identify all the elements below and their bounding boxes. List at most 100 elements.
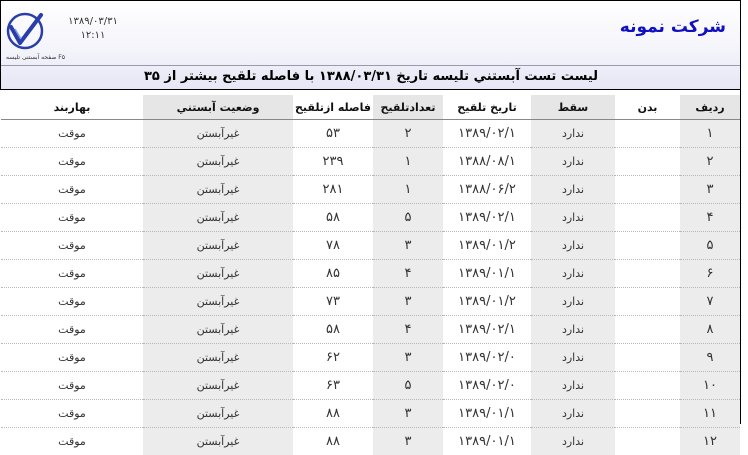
cell-row: ۷ — [680, 287, 740, 315]
page-border-right — [740, 0, 741, 424]
cell-count: ۳ — [373, 399, 443, 427]
cell-pen: موقت — [1, 371, 143, 399]
cell-date: ۱۳۸۹/۰۲/۱ — [443, 203, 531, 231]
report-datetime: ۱۳۸۹/۰۳/۳۱ ۱۲:۱۱ — [63, 15, 123, 43]
cell-state: غیرآبستن — [143, 231, 293, 259]
cell-interval: ۲۸۱ — [293, 175, 373, 203]
cell-state: غیرآبستن — [143, 203, 293, 231]
table-row: موقت غیرآبستن ۶۲ ۳ ۱۳۸۹/۰۲/۰ ندارد ۹ — [1, 343, 740, 371]
cell-pen: موقت — [1, 427, 143, 455]
cell-interval: ۸۸ — [293, 427, 373, 455]
cell-row: ۲ — [680, 147, 740, 175]
table-row: موقت غیرآبستن ۷۸ ۳ ۱۳۸۹/۰۱/۲ ندارد ۵ — [1, 231, 740, 259]
cell-pen: موقت — [1, 287, 143, 315]
table-row: موقت غیرآبستن ۵۸ ۵ ۱۳۸۹/۰۲/۱ ندارد ۴ — [1, 203, 740, 231]
cell-interval: ۸۵ — [293, 259, 373, 287]
cell-interval: ۷۳ — [293, 287, 373, 315]
cell-state: غیرآبستن — [143, 175, 293, 203]
cell-interval: ۷۸ — [293, 231, 373, 259]
cell-date: ۱۳۸۸/۰۸/۱ — [443, 147, 531, 175]
report-subtitle: لیست تست آبستني تلیسه تاریخ ۱۳۸۸/۰۳/۳۱ ب… — [143, 69, 599, 84]
cell-body — [615, 147, 680, 175]
cell-abortion: ندارد — [531, 287, 615, 315]
cell-pen: موقت — [1, 175, 143, 203]
cell-date: ۱۳۸۹/۰۲/۱ — [443, 315, 531, 343]
col-header-body: بدن — [637, 100, 658, 114]
report-header: ۱۳۸۹/۰۳/۳۱ ۱۲:۱۱ ﺻﻔﺤﻪ آﺑﺴﺘﻨﯽ ﺗﻠﯿﺴﻪ F۵ شر… — [0, 0, 741, 90]
cell-count: ۵ — [373, 371, 443, 399]
cell-state: غیرآبستن — [143, 427, 293, 455]
cell-pen: موقت — [1, 147, 143, 175]
cell-pen: موقت — [1, 259, 143, 287]
cell-interval: ۵۸ — [293, 203, 373, 231]
report-date: ۱۳۸۹/۰۳/۳۱ — [68, 16, 118, 27]
cell-abortion: ندارد — [531, 427, 615, 455]
cell-date: ۱۳۸۹/۰۲/۱ — [443, 119, 531, 147]
table-row: موقت غیرآبستن ۶۳ ۵ ۱۳۸۹/۰۲/۰ ندارد ۱۰ — [1, 371, 740, 399]
cell-body — [615, 231, 680, 259]
cell-pen: موقت — [1, 399, 143, 427]
cell-row: ۳ — [680, 175, 740, 203]
cell-body — [615, 203, 680, 231]
company-logo-icon — [6, 12, 44, 50]
cell-state: غیرآبستن — [143, 371, 293, 399]
cell-row: ۸ — [680, 315, 740, 343]
cell-abortion: ندارد — [531, 399, 615, 427]
col-header-date: تاریخ تلقیح — [457, 100, 517, 114]
cell-abortion: ندارد — [531, 315, 615, 343]
col-header-abortion: سقط — [531, 95, 615, 119]
cell-count: ۴ — [373, 315, 443, 343]
cell-interval: ۶۳ — [293, 371, 373, 399]
heifer-table: بهاربند وضعیت آبستني فاصله ازتلقیح تعداد… — [1, 95, 740, 455]
report-code: ﺻﻔﺤﻪ آﺑﺴﺘﻨﯽ ﺗﻠﯿﺴﻪ F۵ — [6, 54, 65, 61]
cell-count: ۴ — [373, 259, 443, 287]
cell-pen: موقت — [1, 315, 143, 343]
cell-abortion: ندارد — [531, 371, 615, 399]
cell-state: غیرآبستن — [143, 315, 293, 343]
cell-abortion: ندارد — [531, 259, 615, 287]
header-divider — [1, 65, 741, 66]
cell-row: ۱۱ — [680, 399, 740, 427]
cell-state: غیرآبستن — [143, 399, 293, 427]
cell-count: ۲ — [373, 119, 443, 147]
cell-abortion: ندارد — [531, 231, 615, 259]
cell-date: ۱۳۸۹/۰۲/۰ — [443, 343, 531, 371]
cell-abortion: ندارد — [531, 203, 615, 231]
cell-abortion: ندارد — [531, 147, 615, 175]
cell-row: ۵ — [680, 231, 740, 259]
cell-state: غیرآبستن — [143, 259, 293, 287]
cell-interval: ۲۳۹ — [293, 147, 373, 175]
cell-body — [615, 287, 680, 315]
cell-row: ۱ — [680, 119, 740, 147]
cell-body — [615, 119, 680, 147]
cell-count: ۳ — [373, 343, 443, 371]
cell-body — [615, 427, 680, 455]
cell-interval: ۵۸ — [293, 315, 373, 343]
cell-count: ۳ — [373, 427, 443, 455]
cell-state: غیرآبستن — [143, 343, 293, 371]
cell-interval: ۵۳ — [293, 119, 373, 147]
cell-count: ۳ — [373, 231, 443, 259]
cell-interval: ۶۲ — [293, 343, 373, 371]
cell-date: ۱۳۸۹/۰۱/۱ — [443, 427, 531, 455]
cell-pen: موقت — [1, 119, 143, 147]
cell-row: ۶ — [680, 259, 740, 287]
cell-body — [615, 259, 680, 287]
table-row: موقت غیرآبستن ۷۳ ۳ ۱۳۸۹/۰۱/۲ ندارد ۷ — [1, 287, 740, 315]
col-header-interval: فاصله ازتلقیح — [294, 100, 371, 114]
col-header-state: وضعیت آبستني — [143, 95, 293, 119]
cell-abortion: ندارد — [531, 343, 615, 371]
cell-date: ۱۳۸۹/۰۱/۱ — [443, 259, 531, 287]
cell-pen: موقت — [1, 231, 143, 259]
table-row: موقت غیرآبستن ۸۸ ۳ ۱۳۸۹/۰۱/۱ ندارد ۱۲ — [1, 427, 740, 455]
table-row: موقت غیرآبستن ۲۳۹ ۱ ۱۳۸۸/۰۸/۱ ندارد ۲ — [1, 147, 740, 175]
col-header-row: ردیف — [680, 95, 740, 119]
table-row: موقت غیرآبستن ۲۸۱ ۱ ۱۳۸۸/۰۶/۲ ندارد ۳ — [1, 175, 740, 203]
cell-date: ۱۳۸۹/۰۱/۱ — [443, 399, 531, 427]
cell-row: ۱۰ — [680, 371, 740, 399]
cell-date: ۱۳۸۸/۰۶/۲ — [443, 175, 531, 203]
table-row: موقت غیرآبستن ۸۸ ۳ ۱۳۸۹/۰۱/۱ ندارد ۱۱ — [1, 399, 740, 427]
cell-state: غیرآبستن — [143, 147, 293, 175]
table-row: موقت غیرآبستن ۵۳ ۲ ۱۳۸۹/۰۲/۱ ندارد ۱ — [1, 119, 740, 147]
cell-body — [615, 315, 680, 343]
